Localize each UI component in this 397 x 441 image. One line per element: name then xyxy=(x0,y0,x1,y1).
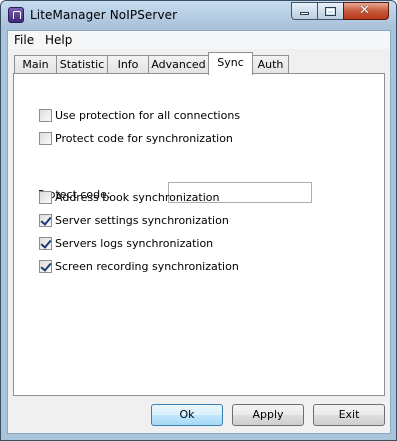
maximize-button[interactable] xyxy=(317,2,344,20)
tab-advanced[interactable]: Advanced xyxy=(148,55,209,74)
tab-sync[interactable]: Sync xyxy=(208,52,253,75)
tab-statistic[interactable]: Statistic xyxy=(56,55,108,74)
menu-file[interactable]: File xyxy=(14,33,34,47)
menu-help[interactable]: Help xyxy=(45,33,72,47)
tab-auth[interactable]: Auth xyxy=(252,55,289,74)
menu-bar: File Help xyxy=(8,31,390,49)
option-label: Use protection for all connections xyxy=(55,109,241,122)
tab-main[interactable]: Main xyxy=(14,55,57,74)
ok-button[interactable]: Ok xyxy=(151,404,223,426)
apply-button[interactable]: Apply xyxy=(232,404,304,426)
address-book-checkbox[interactable] xyxy=(39,191,52,204)
option-label: Protect code for synchronization xyxy=(55,132,233,145)
screen-recording-checkbox[interactable] xyxy=(39,260,52,273)
close-icon: ✕ xyxy=(359,3,370,18)
option-label: Screen recording synchronization xyxy=(55,260,239,273)
minimize-button[interactable] xyxy=(291,2,318,20)
protect-code-checkbox[interactable] xyxy=(39,132,52,145)
option-label: Servers logs synchronization xyxy=(55,237,214,250)
app-window: LiteManager NoIPServer ✕ File Help Main … xyxy=(0,0,397,441)
server-settings-checkbox[interactable] xyxy=(39,214,52,227)
app-icon xyxy=(8,7,24,23)
option-label: Address book synchronization xyxy=(55,191,220,204)
dialog-body: File Help Main Statistic Info Advanced S… xyxy=(7,30,391,434)
exit-button[interactable]: Exit xyxy=(313,404,385,426)
title-bar[interactable]: LiteManager NoIPServer ✕ xyxy=(1,1,396,29)
maximize-icon xyxy=(325,7,336,16)
use-protection-checkbox[interactable] xyxy=(39,109,52,122)
option-label: Server settings synchronization xyxy=(55,214,229,227)
servers-logs-checkbox[interactable] xyxy=(39,237,52,250)
tab-info[interactable]: Info xyxy=(107,55,149,74)
close-button[interactable]: ✕ xyxy=(343,2,389,20)
minimize-icon xyxy=(300,12,309,15)
sync-panel: Use protection for all connections Prote… xyxy=(13,73,385,396)
window-title: LiteManager NoIPServer xyxy=(30,8,178,22)
